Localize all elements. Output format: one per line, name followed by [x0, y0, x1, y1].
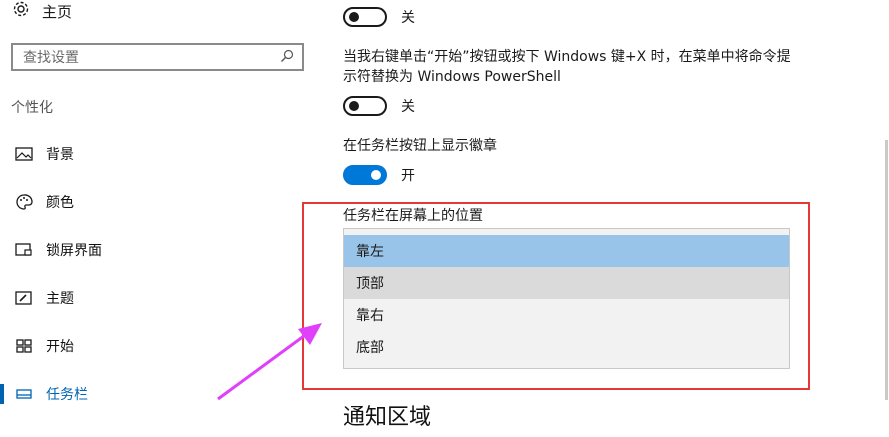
sidebar-item-lock-screen[interactable]: 锁屏界面 — [0, 234, 300, 266]
powershell-description: 当我右键单击“开始”按钮或按下 Windows 键+X 时，在菜单中将命令提示符… — [343, 49, 791, 85]
toggle-state-label: 关 — [401, 99, 415, 115]
sidebar-item-label: 主题 — [46, 291, 74, 307]
dropdown-option-left[interactable]: 靠左 — [344, 235, 789, 267]
dropdown-option-right[interactable]: 靠右 — [344, 299, 789, 331]
search-input[interactable]: 查找设置 — [23, 47, 280, 67]
toggle-knob — [371, 170, 381, 180]
toggle-knob — [349, 12, 359, 22]
search-icon[interactable] — [280, 48, 294, 67]
sidebar-item-background[interactable]: 背景 — [0, 138, 300, 170]
scrollbar[interactable] — [885, 140, 888, 400]
badges-label: 在任务栏按钮上显示徽章 — [343, 138, 497, 154]
palette-icon — [14, 192, 34, 212]
nav-home[interactable]: 主页 — [12, 0, 72, 22]
toggle-state-label: 开 — [401, 168, 415, 184]
annotation-arrow-icon — [217, 323, 322, 401]
dropdown-option-bottom[interactable]: 底部 — [344, 331, 789, 363]
sidebar-item-label: 开始 — [46, 339, 74, 355]
search-box[interactable]: 查找设置 — [11, 43, 304, 71]
notification-area-heading: 通知区域 — [343, 405, 432, 430]
sidebar-item-colors[interactable]: 颜色 — [0, 186, 300, 218]
image-icon — [14, 144, 34, 164]
toggle-switch[interactable] — [343, 7, 387, 27]
toggle-row-1: 关 — [343, 7, 415, 27]
start-icon — [14, 336, 34, 356]
nav-home-label: 主页 — [42, 2, 73, 21]
sidebar-item-label: 颜色 — [46, 195, 74, 211]
toggle-state-label: 关 — [401, 10, 415, 26]
sidebar-item-label: 背景 — [46, 147, 74, 163]
lock-screen-icon — [14, 240, 34, 260]
sidebar-item-label: 锁屏界面 — [46, 243, 102, 259]
taskbar-position-dropdown[interactable]: 靠左 顶部 靠右 底部 — [343, 228, 790, 369]
section-personalization: 个性化 — [11, 100, 53, 116]
badges-toggle[interactable] — [343, 165, 387, 185]
toggle-knob — [349, 101, 359, 111]
active-indicator — [0, 384, 4, 404]
theme-icon — [14, 288, 34, 308]
powershell-toggle[interactable] — [343, 96, 387, 116]
gear-icon — [12, 0, 30, 22]
toggle-row-powershell: 关 — [343, 96, 415, 116]
dropdown-option-top[interactable]: 顶部 — [344, 267, 789, 299]
position-label: 任务栏在屏幕上的位置 — [343, 208, 483, 224]
toggle-row-badges: 开 — [343, 165, 415, 185]
sidebar-item-label: 任务栏 — [46, 387, 88, 403]
taskbar-icon — [14, 384, 34, 404]
sidebar-item-themes[interactable]: 主题 — [0, 282, 300, 314]
